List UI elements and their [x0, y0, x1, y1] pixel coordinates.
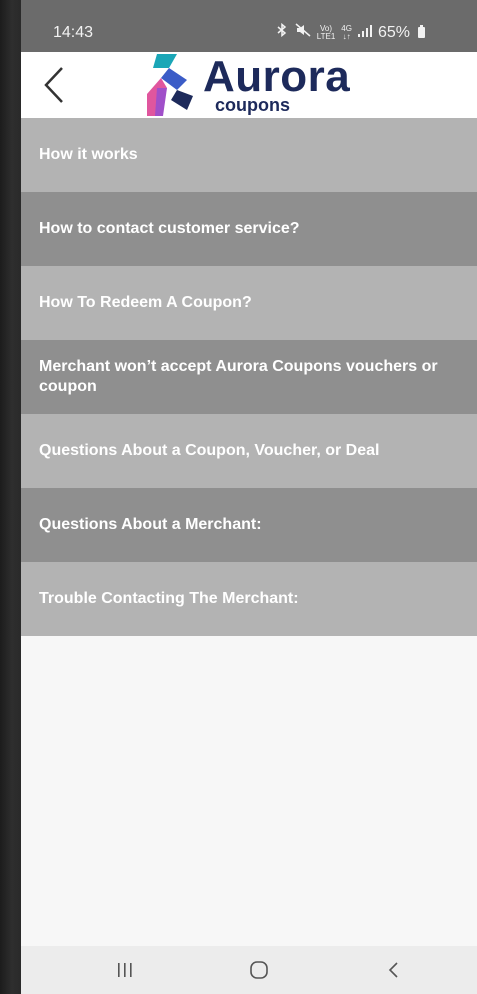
brand-logo: Aurora coupons: [147, 52, 363, 118]
logo-subtitle: coupons: [215, 95, 290, 115]
status-bar: 14:43 Vo) LTE1 4G ↓↑ 65%: [21, 0, 477, 52]
volte-bottom-label: LTE1: [316, 31, 336, 41]
home-icon: [250, 961, 268, 979]
recent-apps-icon: [118, 963, 132, 977]
mute-icon: [295, 23, 311, 42]
faq-item-questions-merchant[interactable]: Questions About a Merchant:: [21, 488, 477, 562]
system-back-button[interactable]: [381, 958, 405, 982]
battery-percent: 65%: [377, 23, 410, 41]
faq-list: How it works How to contact customer ser…: [21, 118, 477, 636]
phone-screen: 14:43 Vo) LTE1 4G ↓↑ 65% Aurora coupons …: [21, 0, 477, 994]
battery-icon: [418, 25, 425, 38]
bluetooth-icon: [275, 22, 289, 42]
faq-item-how-it-works[interactable]: How it works: [21, 118, 477, 192]
back-button[interactable]: [39, 64, 69, 106]
net-type-indicator: 4G ↓↑: [341, 24, 352, 41]
recent-apps-button[interactable]: [113, 958, 137, 982]
aurora-logo-icon: [147, 54, 193, 116]
status-icons: Vo) LTE1 4G ↓↑ 65%: [275, 22, 425, 42]
signal-icon: [357, 24, 372, 42]
home-button[interactable]: [247, 958, 271, 982]
faq-item-contact-customer-service[interactable]: How to contact customer service?: [21, 192, 477, 266]
volte-icon: Vo) LTE1: [316, 24, 336, 41]
system-nav-bar: [21, 946, 477, 994]
status-time: 14:43: [53, 24, 94, 41]
net-activity-label: ↓↑: [342, 31, 351, 41]
chevron-left-icon: [44, 67, 63, 103]
faq-item-redeem-coupon[interactable]: How To Redeem A Coupon?: [21, 266, 477, 340]
faq-item-questions-coupon[interactable]: Questions About a Coupon, Voucher, or De…: [21, 414, 477, 488]
faq-item-merchant-wont-accept[interactable]: Merchant won’t accept Aurora Coupons vou…: [21, 340, 477, 414]
app-header: Aurora coupons: [21, 52, 477, 118]
back-icon: [388, 962, 398, 978]
faq-item-trouble-contacting[interactable]: Trouble Contacting The Merchant:: [21, 562, 477, 636]
